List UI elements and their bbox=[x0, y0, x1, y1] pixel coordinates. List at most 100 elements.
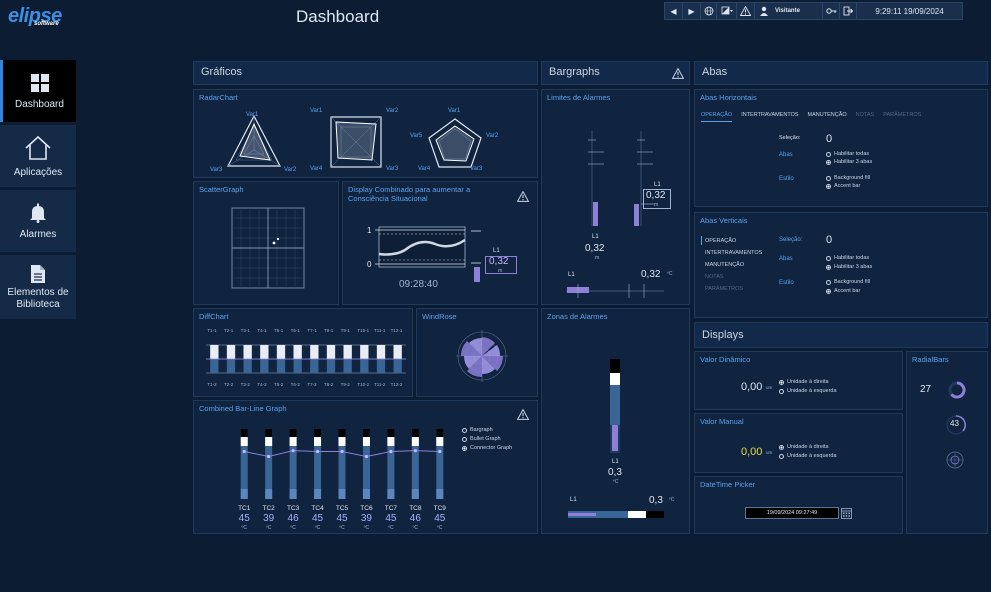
nav-aplicacoes[interactable]: Aplicações bbox=[0, 125, 76, 187]
diff-bottom-label: T6-2 bbox=[290, 382, 300, 387]
grid-icon bbox=[30, 73, 49, 92]
combo-tag: TC1 bbox=[238, 505, 251, 512]
radar3-var5: Var5 bbox=[410, 133, 423, 139]
option-background-fill[interactable]: Background fill bbox=[826, 175, 870, 181]
option-bargraph[interactable]: Bargraph bbox=[462, 427, 493, 433]
level-bar bbox=[474, 267, 480, 282]
option-label: Bargraph bbox=[470, 427, 493, 433]
diff-bar-bottom bbox=[393, 359, 402, 373]
nav-elementos-biblioteca[interactable]: Elementos de Biblioteca bbox=[0, 255, 76, 319]
alarm-warning-button[interactable] bbox=[737, 3, 755, 19]
combo-bar-high-zone bbox=[240, 429, 248, 437]
warning-icon[interactable] bbox=[517, 409, 529, 420]
back-button[interactable]: ◀ bbox=[665, 3, 683, 19]
v-option-background-fill[interactable]: Background fill bbox=[826, 279, 870, 285]
radar-chart-2 bbox=[330, 116, 382, 168]
v-option-accent-bar[interactable]: Accent bar bbox=[826, 288, 860, 294]
option-bullet[interactable]: Bullet Graph bbox=[462, 436, 501, 442]
option-connector[interactable]: Connector Graph bbox=[462, 445, 512, 451]
limites-l1-right: L1 bbox=[654, 182, 661, 188]
combo-bar-warn-zone bbox=[436, 437, 444, 446]
combo-bar-warn-zone bbox=[289, 437, 297, 446]
diff-top-label: T3-1 bbox=[240, 328, 250, 333]
abas-horizontais-panel: Abas Horizontais OPERAÇÃO INTERTRAVAMENT… bbox=[694, 89, 988, 207]
zonas-vertical-bar bbox=[610, 359, 620, 453]
diff-bar-top bbox=[243, 345, 252, 359]
valor-dinamico-value: 0,00 bbox=[741, 381, 763, 393]
nav-label: Alarmes bbox=[19, 228, 57, 240]
combo-unit: ºC bbox=[314, 525, 321, 531]
radar2-var4: Var4 bbox=[310, 166, 323, 172]
manual-option-unidade-esquerda[interactable]: Unidade à esquerda bbox=[779, 453, 837, 459]
zonas-h-bar bbox=[568, 511, 664, 518]
login-key-button[interactable] bbox=[823, 3, 840, 19]
logout-button[interactable] bbox=[840, 3, 857, 19]
forward-button[interactable]: ▶ bbox=[683, 3, 701, 19]
key-icon bbox=[825, 8, 836, 14]
v-option-habilitar-todas[interactable]: Habilitar todas bbox=[826, 255, 869, 261]
option-label: Unidade à esquerda bbox=[787, 453, 837, 459]
combo-point bbox=[315, 449, 320, 454]
nav-alarmes[interactable]: Alarmes bbox=[0, 190, 76, 252]
logout-icon bbox=[843, 6, 853, 16]
tab-intertravamentos[interactable]: INTERTRAVAMENTOS bbox=[741, 112, 798, 122]
tab-operacao[interactable]: OPERAÇÃO bbox=[701, 112, 733, 122]
v-option-habilitar-3[interactable]: Habilitar 3 abas bbox=[826, 264, 872, 270]
v-estilo-label: Estilo bbox=[779, 280, 794, 286]
diff-bottom-label: T3-2 bbox=[240, 382, 250, 387]
diff-bar-top bbox=[276, 345, 286, 359]
valor-manual-unit: um bbox=[766, 450, 773, 455]
zonas-l1: L1 bbox=[612, 459, 619, 465]
combo-unit: ºC bbox=[388, 525, 394, 531]
diff-top-label: T8-1 bbox=[324, 328, 334, 333]
combo-bar-low-zone bbox=[265, 489, 273, 499]
calendar-icon[interactable] bbox=[841, 507, 852, 519]
value-text: 0,32 bbox=[489, 256, 509, 267]
vtab-manutencao[interactable]: MANUTENÇÃO bbox=[705, 262, 744, 268]
option-unidade-esquerda[interactable]: Unidade à esquerda bbox=[779, 388, 837, 394]
valor-dinamico-unit: um bbox=[766, 385, 773, 390]
combo-bar-warn-zone bbox=[265, 437, 273, 446]
limites-value-left: 0,32 bbox=[585, 243, 605, 254]
scattergraph-panel: ScatterGraph bbox=[193, 181, 339, 305]
valor-manual-value[interactable]: 0,00 bbox=[741, 446, 762, 458]
combo-point bbox=[340, 449, 344, 454]
combo-unit: ºC bbox=[437, 525, 443, 531]
warning-icon bbox=[740, 6, 751, 16]
diff-bar-bottom bbox=[210, 359, 219, 373]
selecao-label: Seleção: bbox=[779, 135, 801, 141]
vtab-operacao[interactable]: OPERAÇÃO bbox=[705, 238, 736, 244]
combo-value: 45 bbox=[238, 513, 250, 524]
combo-point bbox=[389, 449, 393, 454]
datetime-value: 19/09/2024 09:27:49 bbox=[766, 510, 818, 516]
theme-dropdown[interactable] bbox=[717, 3, 737, 19]
option-unidade-direita[interactable]: Unidade à direita bbox=[779, 379, 829, 385]
language-button[interactable] bbox=[701, 3, 717, 19]
radar3-var4: Var4 bbox=[418, 166, 431, 172]
combo-bar-low-zone bbox=[338, 489, 346, 499]
combo-bar-low-zone bbox=[314, 489, 322, 499]
manual-option-unidade-direita[interactable]: Unidade à direita bbox=[779, 444, 829, 450]
user-button[interactable]: Visitante bbox=[755, 3, 823, 19]
valor-manual-panel: Valor Manual 0,00 um Unidade à direita U… bbox=[694, 413, 903, 473]
option-habilitar-todas[interactable]: Habilitar todas bbox=[826, 151, 869, 157]
combo-unit: ºC bbox=[363, 525, 370, 531]
option-accent-bar[interactable]: Accent bar bbox=[826, 183, 860, 189]
option-label: Connector Graph bbox=[470, 445, 513, 451]
elipse-logo-sub: software bbox=[34, 21, 59, 27]
warning-icon[interactable] bbox=[517, 191, 529, 202]
datetime-input[interactable]: 19/09/2024 09:27:49 bbox=[745, 507, 839, 519]
tab-manutencao[interactable]: MANUTENÇÃO bbox=[808, 112, 847, 122]
zonas-unit: ºC bbox=[613, 479, 619, 485]
diff-bar-bottom bbox=[360, 359, 369, 373]
limites-h-l1: L1 bbox=[568, 272, 575, 278]
warning-icon[interactable] bbox=[672, 68, 684, 79]
combo-bar-warn-zone bbox=[387, 437, 395, 446]
nav-dashboard[interactable]: Dashboard bbox=[0, 60, 76, 122]
radial-gauge-3 bbox=[946, 451, 964, 469]
diffchart-bottom-labels: T1-2 T2-2 T3-2 T4-2 T5-2 T6-2 T7-2 T8-2 T9-2 T10-… bbox=[206, 382, 406, 390]
diff-bar-top bbox=[310, 345, 319, 359]
vtab-intertravamentos[interactable]: INTERTRAVAMENTOS bbox=[705, 250, 762, 256]
diff-top-label: T5-1 bbox=[274, 328, 284, 333]
option-habilitar-3[interactable]: Habilitar 3 abas bbox=[826, 159, 872, 165]
